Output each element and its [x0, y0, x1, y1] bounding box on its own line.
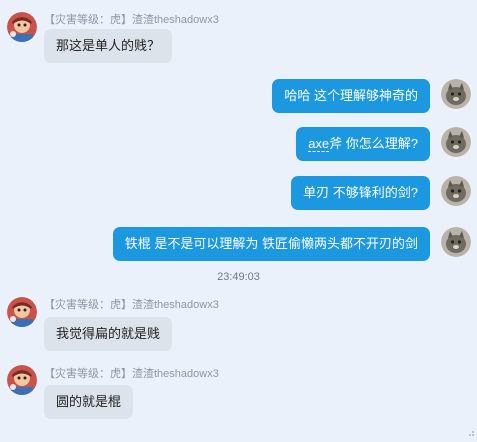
message-bubble[interactable]: axe斧 你怎么理解? [296, 127, 430, 161]
my-avatar-icon[interactable] [441, 176, 471, 206]
sender-name[interactable]: 【灾害等级：虎】渣渣theshadowx3 [44, 11, 219, 27]
my-avatar-icon[interactable] [441, 227, 471, 257]
sender-name[interactable]: 【灾害等级：虎】渣渣theshadowx3 [44, 296, 219, 312]
message-bubble[interactable]: 哈哈 这个理解够神奇的 [272, 79, 430, 113]
message-bubble[interactable]: 铁棍 是不是可以理解为 铁匠偷懒两头都不开刃的剑 [112, 227, 430, 261]
resize-grip-icon[interactable] [467, 424, 475, 436]
message-bubble[interactable]: 那这是单人的贱？ [44, 29, 173, 63]
sender-name[interactable]: 【灾害等级：虎】渣渣theshadowx3 [44, 365, 219, 381]
sender-avatar-icon[interactable] [7, 297, 37, 327]
message-text: 斧 你怎么理解? [329, 136, 418, 151]
linked-word[interactable]: axe [308, 136, 330, 152]
sender-avatar-icon[interactable] [7, 365, 37, 395]
my-avatar-icon[interactable] [441, 127, 471, 157]
message-timestamp: 23:49:03 [217, 271, 260, 283]
my-avatar-icon[interactable] [441, 79, 471, 109]
message-bubble[interactable]: 我觉得扁的就是贱 [44, 317, 173, 351]
message-bubble[interactable]: 单刃 不够锋利的剑? [291, 176, 430, 210]
message-bubble[interactable]: 圆的就是棍 [44, 385, 134, 419]
sender-avatar-icon[interactable] [7, 12, 37, 42]
chat-window: 【灾害等级：虎】渣渣theshadowx3 那这是单人的贱？ 哈哈 这个理解够神… [0, 0, 477, 436]
